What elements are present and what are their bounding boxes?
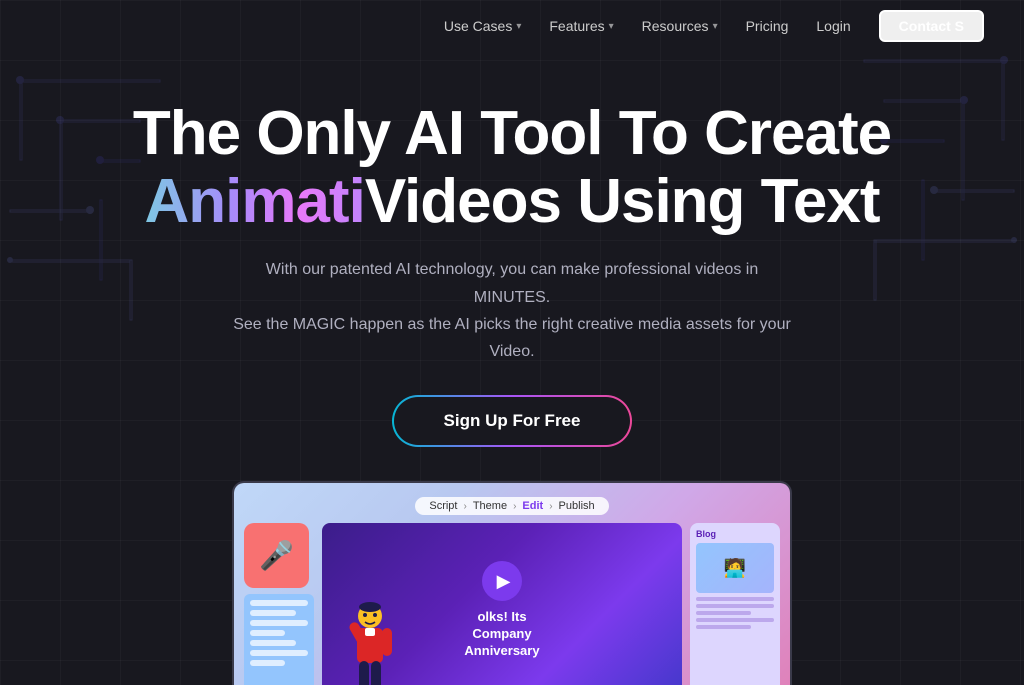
text-line-6 <box>250 650 308 656</box>
preview-wrapper: Script › Theme › Edit › Publish 🎤 <box>0 481 1024 685</box>
nav-contact-button[interactable]: Contact S <box>879 10 984 42</box>
left-lines-panel <box>244 594 314 685</box>
blog-text-lines <box>696 597 774 629</box>
play-button[interactable]: ▶ <box>482 561 522 601</box>
nav-pricing[interactable]: Pricing <box>746 18 789 34</box>
blog-line-2 <box>696 604 774 608</box>
blog-line-4 <box>696 618 774 622</box>
text-line-4 <box>250 630 285 636</box>
step-script: Script <box>429 500 457 512</box>
nav-login[interactable]: Login <box>816 18 850 34</box>
text-line-5 <box>250 640 296 646</box>
chevron-down-icon: ▾ <box>609 21 614 32</box>
hero-title-line1: The Only AI Tool To Create <box>133 100 891 168</box>
blog-line-5 <box>696 625 751 629</box>
app-mockup: Script › Theme › Edit › Publish 🎤 <box>234 483 790 685</box>
hero-section: The Only AI Tool To Create Animati Video… <box>0 52 1024 445</box>
text-line-3 <box>250 620 308 626</box>
preview-frame: Script › Theme › Edit › Publish 🎤 <box>232 481 792 685</box>
blog-line-3 <box>696 611 751 615</box>
steps-pill: Script › Theme › Edit › Publish <box>415 497 608 515</box>
step-sep-2: › <box>513 501 516 512</box>
person-icon: 🧑‍💻 <box>724 558 746 579</box>
text-line-1 <box>250 600 308 606</box>
step-edit-active: Edit <box>522 500 543 512</box>
nav-resources-label: Resources <box>642 18 709 34</box>
blog-card: Blog 🧑‍💻 <box>690 523 780 685</box>
right-panel: Blog 🧑‍💻 <box>690 523 780 685</box>
video-background: ▶ olks! Its Company Anniversary <box>322 523 682 685</box>
step-sep-1: › <box>463 501 466 512</box>
step-sep-3: › <box>549 501 552 512</box>
center-video-panel: ▶ olks! Its Company Anniversary <box>322 523 682 685</box>
cta-wrapper: Sign Up For Free <box>394 397 631 445</box>
nav-login-label: Login <box>816 18 850 34</box>
signup-button[interactable]: Sign Up For Free <box>394 397 631 445</box>
hero-desc-line1: With our patented AI technology, you can… <box>266 261 758 305</box>
chevron-down-icon: ▾ <box>713 21 718 32</box>
video-text-line3: Anniversary <box>464 643 539 658</box>
background: Use Cases ▾ Features ▾ Resources ▾ Prici… <box>0 0 1024 685</box>
hero-description: With our patented AI technology, you can… <box>232 256 792 365</box>
blog-line-1 <box>696 597 774 601</box>
video-text-line2: Company <box>472 626 531 641</box>
nav-use-cases[interactable]: Use Cases ▾ <box>444 18 522 34</box>
mic-icon: 🎤 <box>259 539 294 572</box>
nav-features[interactable]: Features ▾ <box>549 18 613 34</box>
step-theme: Theme <box>473 500 507 512</box>
video-text: olks! Its Company Anniversary <box>464 609 539 660</box>
brand-name-highlight: Animati <box>144 168 364 236</box>
play-icon: ▶ <box>497 571 511 592</box>
nav-resources[interactable]: Resources ▾ <box>642 18 718 34</box>
nav-features-label: Features <box>549 18 604 34</box>
blog-label: Blog <box>696 529 774 539</box>
mockup-inner: 🎤 <box>244 523 780 685</box>
nav-links: Use Cases ▾ Features ▾ Resources ▾ Prici… <box>444 10 984 42</box>
step-publish: Publish <box>559 500 595 512</box>
nav-use-cases-label: Use Cases <box>444 18 512 34</box>
left-panel: 🎤 <box>244 523 314 685</box>
blog-image: 🧑‍💻 <box>696 543 774 593</box>
steps-bar: Script › Theme › Edit › Publish <box>244 497 780 515</box>
video-text-line1: olks! Its <box>477 609 526 624</box>
navbar: Use Cases ▾ Features ▾ Resources ▾ Prici… <box>0 0 1024 52</box>
text-line-7 <box>250 660 285 666</box>
hero-title-rest: Videos Using Text <box>365 168 880 236</box>
chevron-down-icon: ▾ <box>516 21 521 32</box>
character-figure <box>342 598 397 685</box>
hero-title-line2: Animati Videos Using Text <box>144 168 879 236</box>
hero-desc-line2: See the MAGIC happen as the AI picks the… <box>233 316 791 360</box>
mic-box: 🎤 <box>244 523 309 588</box>
nav-pricing-label: Pricing <box>746 18 789 34</box>
text-line-2 <box>250 610 296 616</box>
